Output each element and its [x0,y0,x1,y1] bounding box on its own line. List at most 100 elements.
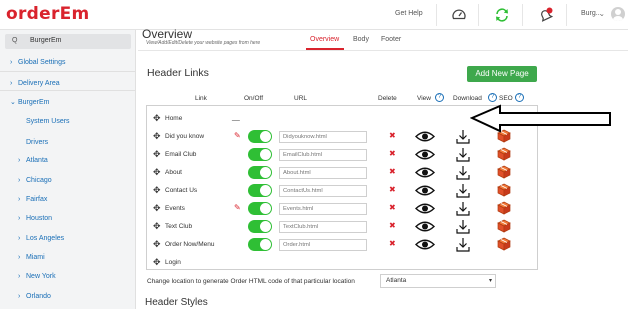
sidebar-item-delivery-area[interactable]: › Delivery Area [10,80,60,87]
chevron-down-icon: ⌄ [10,99,16,106]
table-row: ✥ Text Club TextClub.html ✖ [146,218,538,236]
sidebar-item-miami[interactable]: › Miami [18,254,45,261]
row-link-label: Contact Us [165,187,198,194]
sidebar-item-label: Los Angeles [26,235,65,242]
delete-icon[interactable]: ✖ [389,131,396,140]
download-icon[interactable] [456,201,470,216]
sidebar-item-los-angeles[interactable]: › Los Angeles [18,235,64,242]
sidebar-item-houston[interactable]: › Houston [18,215,52,222]
delete-icon[interactable]: ✖ [389,185,396,194]
table-row: ✥ About About.html ✖ [146,164,538,182]
download-icon[interactable] [456,183,470,198]
callout-arrow-icon [470,104,611,133]
dashboard-gauge-icon[interactable] [451,7,467,23]
drag-handle-icon[interactable]: ✥ [153,185,161,196]
download-icon[interactable] [456,165,470,180]
seo-box-icon[interactable] [497,219,511,233]
divider [0,90,136,91]
view-eye-icon[interactable] [415,184,435,197]
url-input[interactable]: ContactUs.html [279,185,367,197]
on-off-toggle[interactable] [248,130,272,143]
page-title: Overview [142,27,193,41]
drag-handle-icon[interactable]: ✥ [153,257,161,268]
on-off-toggle[interactable] [248,202,272,215]
on-off-toggle[interactable] [248,220,272,233]
seo-box-icon[interactable] [497,183,511,197]
view-eye-icon[interactable] [415,220,435,233]
sidebar-item-new-york[interactable]: › New York [18,273,56,280]
seo-box-icon[interactable] [497,147,511,161]
view-help-icon[interactable]: ? [435,93,444,102]
chevron-right-icon: › [18,273,21,280]
sidebar-item-label: Houston [26,215,53,222]
on-off-toggle[interactable] [248,238,272,251]
tab-body[interactable]: Body [353,36,369,43]
download-icon[interactable] [456,129,470,144]
on-off-toggle[interactable] [248,166,272,179]
tab-footer[interactable]: Footer [381,36,401,43]
delete-icon[interactable]: ✖ [389,149,396,158]
seo-box-icon[interactable] [497,237,511,251]
view-eye-icon[interactable] [415,166,435,179]
chevron-right-icon: › [18,254,21,261]
drag-handle-icon[interactable]: ✥ [153,203,161,214]
sidebar-item-drivers[interactable]: Drivers [26,139,48,146]
delete-icon[interactable]: ✖ [389,167,396,176]
url-input[interactable]: EmailClub.html [279,149,367,161]
sidebar-item-global-settings[interactable]: › Global Settings [10,59,65,66]
url-input[interactable]: About.html [279,167,367,179]
notification-bell-icon[interactable] [538,7,554,23]
sidebar-item-atlanta[interactable]: › Atlanta [18,157,48,164]
drag-handle-icon[interactable]: ✥ [153,131,161,142]
view-eye-icon[interactable] [415,148,435,161]
drag-handle-icon[interactable]: ✥ [153,239,161,250]
drag-handle-icon[interactable]: ✥ [153,167,161,178]
url-input[interactable]: Didyouknow.html [279,131,367,143]
column-header-view: View [417,95,431,102]
on-off-toggle[interactable] [248,148,272,161]
seo-box-icon[interactable] [497,165,511,179]
view-eye-icon[interactable] [415,202,435,215]
search-icon: Q [12,37,18,44]
get-help-link[interactable]: Get Help [395,10,423,17]
on-off-toggle[interactable] [248,184,272,197]
chevron-right-icon: › [18,157,21,164]
row-link-label: Text Club [165,223,193,230]
download-icon[interactable] [456,219,470,234]
edit-pencil-icon[interactable]: ✎ [234,203,241,212]
sidebar-item-orlando[interactable]: › Orlando [18,293,51,300]
sidebar-item-fairfax[interactable]: › Fairfax [18,196,47,203]
location-search[interactable]: Q BurgerEm [5,34,131,49]
url-input[interactable]: Order.html [279,239,367,251]
download-icon[interactable] [456,237,470,252]
drag-handle-icon[interactable]: ✥ [153,149,161,160]
sidebar-item-burgerem[interactable]: ⌄ BurgerEm [10,98,50,106]
seo-box-icon[interactable] [497,201,511,215]
edit-pencil-icon[interactable]: ✎ [234,131,241,140]
add-new-page-button[interactable]: Add New Page [467,66,537,82]
tab-overview[interactable]: Overview [310,36,339,43]
chevron-down-icon[interactable]: ⌄ [599,10,605,18]
search-input[interactable]: BurgerEm [30,37,62,44]
app-logo[interactable]: orderEm [6,4,90,24]
view-eye-icon[interactable] [415,238,435,251]
view-eye-icon[interactable] [415,130,435,143]
download-help-icon[interactable]: ? [488,93,497,102]
sidebar-item-chicago[interactable]: › Chicago [18,177,52,184]
avatar[interactable] [611,7,625,21]
delete-icon[interactable]: ✖ [389,203,396,212]
url-input[interactable]: TextClub.html [279,221,367,233]
delete-icon[interactable]: ✖ [389,221,396,230]
delete-icon[interactable]: ✖ [389,239,396,248]
sidebar-item-system-users[interactable]: System Users [26,118,70,125]
seo-help-icon[interactable]: ? [515,93,524,102]
refresh-icon[interactable] [494,7,510,23]
drag-handle-icon[interactable]: ✥ [153,221,161,232]
download-icon[interactable] [456,147,470,162]
location-select[interactable]: Atlanta ▾ [380,274,496,288]
sidebar-item-label: Atlanta [26,157,48,164]
drag-handle-icon[interactable]: ✥ [153,113,161,124]
column-header-seo: SEO [499,95,513,102]
chevron-right-icon: › [18,196,21,203]
url-input[interactable]: Events.html [279,203,367,215]
